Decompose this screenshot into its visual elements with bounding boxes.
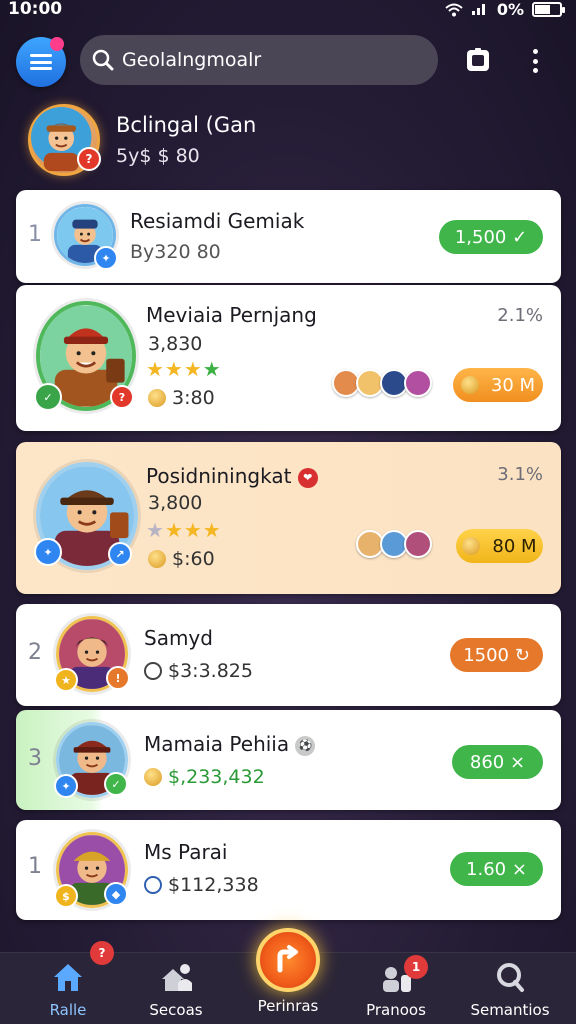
player-badge: ! [106, 666, 130, 690]
player-badge: ✦ [54, 774, 78, 798]
coin-icon [144, 768, 162, 786]
gem-icon [144, 876, 162, 894]
player-coins: $:60 [148, 548, 215, 570]
battery-icon [532, 2, 565, 17]
nav-item-social[interactable]: Secoas [126, 953, 226, 1024]
search-icon [497, 963, 524, 992]
gem-icon [144, 662, 162, 680]
player-score: 3,830 [148, 333, 203, 355]
camera-icon [467, 48, 489, 71]
profile-level-badge: ? [77, 147, 101, 171]
status-icons: 0% [445, 0, 565, 19]
more-options-button[interactable] [525, 46, 545, 76]
percent-change: 2.1% [497, 305, 543, 326]
player-badge: ★ [54, 668, 78, 692]
friend-avatar [404, 369, 432, 397]
reward-pill[interactable]: 1,500 ✓ [439, 220, 543, 254]
rank-number: 3 [28, 746, 42, 771]
player-badge: $ [54, 884, 78, 908]
menu-button[interactable] [16, 37, 66, 87]
notification-dot [50, 37, 64, 51]
player-score: $112,338 [144, 874, 259, 896]
leaderboard-card[interactable]: 1 $ ◆ Ms Parai $112,338 1.60 × [16, 820, 561, 920]
reward-pill[interactable]: 80 M [456, 529, 543, 563]
status-time: 10:00 [8, 0, 63, 19]
heart-icon: ❤ [297, 468, 318, 488]
arrow-up-right-icon [277, 945, 298, 973]
reward-pill[interactable]: 860 × [452, 745, 543, 779]
home-icon [54, 964, 82, 991]
player-badge: ◆ [104, 882, 128, 906]
percent-change: 3.1% [497, 464, 543, 485]
nav-item-profiles[interactable]: Pranoos 1 [346, 953, 446, 1024]
player-badge: ✦ [94, 246, 118, 270]
nav-badge: 1 [404, 955, 428, 979]
star-rating: ★★★★ [146, 357, 222, 381]
friend-avatars [332, 369, 432, 397]
player-badge: ✓ [104, 772, 128, 796]
search-icon [92, 49, 114, 71]
nav-badge: ? [90, 941, 114, 965]
coin-icon [148, 550, 166, 568]
center-play-button[interactable] [256, 928, 320, 992]
coin-icon [460, 376, 479, 394]
search-input[interactable] [122, 49, 422, 71]
profile-name: Bclingal (Gan [116, 113, 257, 137]
signal-icon [471, 0, 489, 19]
profile-avatar[interactable]: ? [28, 104, 101, 176]
camera-button[interactable] [462, 44, 494, 76]
player-score: $3:3.825 [144, 660, 253, 682]
soccer-ball-icon: ⚽ [295, 736, 316, 756]
coin-icon [462, 537, 481, 555]
rank-number: 1 [28, 222, 42, 247]
player-name: Ms Parai [144, 840, 228, 864]
player-badge: ✦ [34, 538, 62, 566]
player-score: 3,800 [148, 492, 203, 514]
player-name: Mamaia Pehiia ⚽ [144, 732, 316, 756]
search-bar[interactable] [80, 35, 438, 85]
reward-pill[interactable]: 30 M [453, 368, 543, 402]
star-rating: ★★★★ [146, 518, 222, 542]
wifi-icon [445, 3, 463, 17]
player-badge: ? [110, 385, 134, 409]
reward-pill[interactable]: 1500 ↻ [450, 638, 543, 672]
status-bar: 10:00 0% [0, 0, 576, 22]
leaderboard-card[interactable]: 1 ✦ Resiamdi Gemiak By320 80 1,500 ✓ [16, 190, 561, 283]
player-name: Meviaia Pernjang [146, 303, 317, 327]
player-score: By320 80 [130, 241, 221, 263]
reward-pill[interactable]: 1.60 × [450, 852, 543, 886]
leaderboard-card-highlighted[interactable]: ✦ ↗ Posidniningkat ❤ 3,800 ★★★★ $:60 3.1… [16, 442, 561, 594]
friend-avatars [356, 530, 432, 558]
player-badge: ↗ [108, 542, 132, 566]
rank-number: 1 [28, 854, 42, 879]
leaderboard-card[interactable]: ✓ ? Meviaia Pernjang 3,830 ★★★★ 3:80 2.1… [16, 285, 561, 431]
friend-avatar [404, 530, 432, 558]
nav-item-search[interactable]: Semantios [460, 953, 560, 1024]
rank-number: 2 [28, 640, 42, 665]
community-icon [162, 964, 192, 991]
player-coins: 3:80 [148, 387, 215, 409]
coin-icon [148, 389, 166, 407]
hamburger-icon [30, 54, 52, 70]
leaderboard-card[interactable]: 2 ★ ! Samyd $3:3.825 1500 ↻ [16, 604, 561, 706]
profile-balance: 5y$ $ 80 [116, 145, 200, 167]
leaderboard-card[interactable]: 3 ✦ ✓ Mamaia Pehiia ⚽ $,233,432 860 × [16, 710, 561, 810]
player-name: Posidniningkat ❤ [146, 464, 318, 488]
player-score: $,233,432 [144, 766, 265, 788]
battery-percent: 0% [496, 0, 524, 19]
player-name: Samyd [144, 626, 213, 650]
player-badge: ✓ [34, 383, 62, 411]
player-name: Resiamdi Gemiak [130, 209, 305, 233]
nav-item-home[interactable]: Ralle ? [18, 941, 118, 1024]
